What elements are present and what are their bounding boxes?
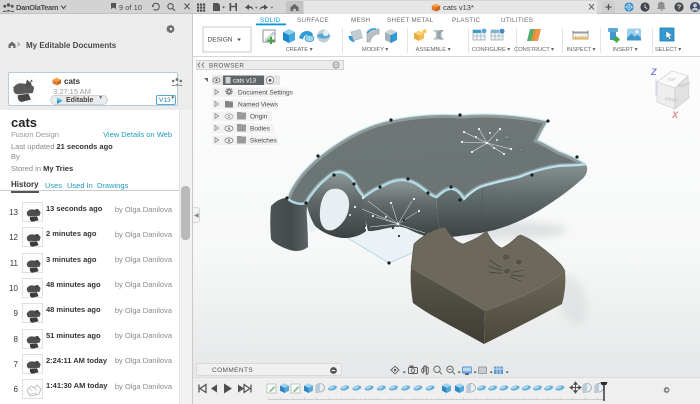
svg-text:SURFACE: SURFACE (297, 17, 329, 24)
svg-text:Sketches: Sketches (250, 138, 277, 145)
svg-text:CONFIGURE ▾: CONFIGURE ▾ (472, 47, 510, 53)
svg-text:SOLID: SOLID (260, 17, 281, 24)
svg-text:?: ? (677, 3, 682, 12)
svg-text:INSPECT ▾: INSPECT ▾ (567, 47, 596, 53)
svg-text:BROWSER: BROWSER (209, 62, 244, 69)
svg-text:MODIFY ▾: MODIFY ▾ (362, 47, 388, 53)
svg-text:DESIGN: DESIGN (208, 37, 233, 44)
svg-text:Document Settings: Document Settings (238, 90, 294, 97)
svg-text:SELECT ▾: SELECT ▾ (655, 47, 681, 53)
svg-text:My Editable Documents: My Editable Documents (26, 41, 117, 50)
svg-text:ASSEMBLE ▾: ASSEMBLE ▾ (416, 47, 451, 53)
svg-text:Bodies: Bodies (250, 126, 271, 133)
svg-text:SHEET METAL: SHEET METAL (387, 17, 434, 24)
svg-text:CREATE ▾: CREATE ▾ (286, 47, 313, 53)
svg-text:cats v13: cats v13 (233, 78, 257, 85)
svg-text:MESH: MESH (351, 17, 371, 24)
svg-text:X: X (671, 110, 679, 120)
svg-text:INSERT ▾: INSERT ▾ (613, 47, 638, 53)
svg-text:Z: Z (650, 67, 657, 77)
svg-text:Origin: Origin (250, 114, 268, 121)
svg-text:UTILITIES: UTILITIES (501, 17, 533, 24)
svg-text:Named Views: Named Views (238, 102, 279, 109)
svg-text:CONSTRUCT ▾: CONSTRUCT ▾ (514, 47, 554, 53)
svg-text:PLASTIC: PLASTIC (452, 17, 480, 24)
